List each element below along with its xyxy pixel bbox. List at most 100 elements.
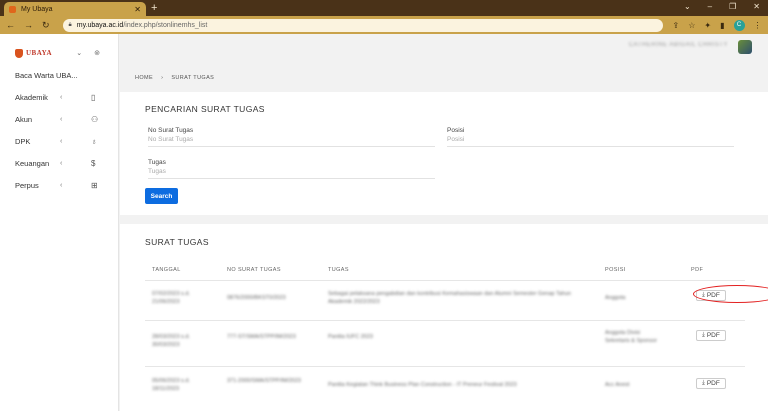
breadcrumb-separator: › bbox=[161, 74, 164, 81]
url-path: /index.php/stonlinemhs_list bbox=[123, 21, 208, 29]
lock-icon: 🔒︎ bbox=[68, 21, 72, 28]
target-icon[interactable]: ⊚ bbox=[94, 49, 100, 57]
sidebar-item-label: DPK bbox=[15, 136, 31, 146]
address-bar: ← → ↻ 🔒︎ my.ubaya.ac.id /index.php/stonl… bbox=[0, 16, 768, 34]
sidebar: UBAYA ⌄ ⊚ Baca Warta UBA... Akademik ‹ ▯… bbox=[0, 34, 119, 411]
sidebar-item-dpk[interactable]: DPK ‹ ♁ bbox=[0, 130, 118, 152]
cell-tanggal: 07/02/2023 s.d. 21/06/2023 bbox=[152, 291, 190, 305]
minimize-icon[interactable]: – bbox=[708, 2, 712, 11]
posisi-input[interactable]: Posisi bbox=[447, 136, 734, 147]
new-tab-button[interactable]: + bbox=[151, 2, 157, 14]
back-arrow-icon[interactable]: ← bbox=[6, 20, 15, 30]
download-icon: ⤓ bbox=[702, 332, 705, 338]
column-header: POSISI bbox=[605, 267, 626, 273]
column-header: TANGGAL bbox=[152, 267, 181, 273]
results-card-title: SURAT TUGAS bbox=[145, 237, 209, 247]
ubaya-logo-icon bbox=[15, 48, 23, 58]
cell-no-surat: 371-2000/SMA/STPP/IM/2023 bbox=[227, 378, 301, 384]
close-window-icon[interactable]: ✕ bbox=[753, 2, 760, 11]
dollar-icon: $ bbox=[91, 158, 96, 168]
tab-search-icon[interactable]: ⌄ bbox=[684, 2, 691, 11]
avatar[interactable] bbox=[738, 40, 752, 54]
table-header: TANGGAL NO SURAT TUGAS TUGAS POSISI PDF bbox=[145, 265, 745, 279]
sidebar-item-label: Akademik bbox=[15, 92, 48, 102]
favicon-icon bbox=[9, 5, 16, 13]
forward-arrow-icon[interactable]: → bbox=[24, 20, 33, 30]
search-button[interactable]: Search bbox=[145, 188, 178, 204]
cell-no-surat: 0876/2000/BKST0/2023 bbox=[227, 295, 286, 301]
sidebar-item-keuangan[interactable]: Keuangan ‹ $ bbox=[0, 152, 118, 174]
cell-tugas: Sebagai pelaksana pengabdian dan kontrib… bbox=[328, 291, 571, 305]
open-book-icon: ⊞ bbox=[91, 180, 98, 190]
share-icon[interactable]: ⇪ bbox=[673, 21, 680, 30]
reload-icon[interactable]: ↻ bbox=[42, 20, 50, 31]
browser-tab-bar: My Ubaya ✕ + ⌄ – ❐ ✕ bbox=[0, 0, 768, 16]
cell-tugas: Panitia Kegiatan Think Business Plan Con… bbox=[328, 382, 517, 388]
cell-no-surat: 777-ST/SMA/STPP/IM/2023 bbox=[227, 334, 296, 340]
no-surat-tugas-field[interactable]: No Surat Tugas No Surat Tugas bbox=[148, 127, 435, 147]
breadcrumb-home[interactable]: HOME bbox=[135, 75, 153, 81]
award-icon: ♁ bbox=[91, 136, 97, 146]
pdf-label: PDF bbox=[706, 380, 720, 387]
extensions-icon[interactable]: ✦ bbox=[704, 21, 711, 30]
sidebar-item-akun[interactable]: Akun ‹ ⚇ bbox=[0, 108, 118, 130]
browser-toolbar: ⇪ ☆ ✦ ▮ C ⋮ bbox=[673, 19, 762, 31]
side-panel-icon[interactable]: ▮ bbox=[720, 21, 724, 30]
cell-tugas: Panitia IUFC 2023 bbox=[328, 334, 373, 340]
url-host: my.ubaya.ac.id bbox=[76, 21, 124, 29]
profile-avatar[interactable]: C bbox=[733, 19, 745, 31]
url-input[interactable]: 🔒︎ my.ubaya.ac.id /index.php/stonlinemhs… bbox=[62, 18, 663, 32]
tab-title: My Ubaya bbox=[21, 5, 53, 13]
chevron-left-icon: ‹ bbox=[60, 159, 63, 167]
field-label: Tugas bbox=[148, 159, 166, 166]
sidebar-item-label: Baca Warta UBA... bbox=[15, 70, 78, 80]
breadcrumb: HOME › SURAT TUGAS bbox=[120, 63, 768, 92]
table-row: 05/06/2023 s.d. 18/11/2023 371-2000/SMA/… bbox=[145, 366, 745, 411]
cell-posisi: Anggota bbox=[605, 295, 626, 301]
search-card: PENCARIAN SURAT TUGAS No Surat Tugas No … bbox=[120, 92, 768, 215]
close-tab-icon[interactable]: ✕ bbox=[134, 5, 141, 14]
download-icon: ⤓ bbox=[702, 380, 705, 386]
tugas-input[interactable]: Tugas bbox=[148, 168, 435, 179]
field-label: Posisi bbox=[447, 127, 465, 134]
window-controls: ⌄ – ❐ ✕ bbox=[684, 2, 760, 11]
no-surat-tugas-input[interactable]: No Surat Tugas bbox=[148, 136, 435, 147]
results-card: SURAT TUGAS TANGGAL NO SURAT TUGAS TUGAS… bbox=[120, 224, 768, 411]
cell-posisi: Anggota Divisi Sekretaris & Sponsor bbox=[605, 330, 657, 344]
breadcrumb-current: SURAT TUGAS bbox=[171, 74, 215, 81]
chevron-left-icon: ‹ bbox=[60, 93, 63, 101]
sidebar-item-label: Perpus bbox=[15, 180, 39, 190]
pdf-label: PDF bbox=[706, 332, 720, 339]
book-icon: ▯ bbox=[91, 92, 96, 102]
chevron-left-icon: ‹ bbox=[60, 137, 63, 145]
field-label: No Surat Tugas bbox=[148, 127, 194, 134]
cell-posisi: Acc Anest bbox=[605, 382, 630, 388]
tugas-field[interactable]: Tugas Tugas bbox=[148, 159, 435, 179]
browser-tab[interactable]: My Ubaya ✕ bbox=[4, 2, 146, 16]
sidebar-item-label: Keuangan bbox=[15, 158, 50, 168]
search-card-title: PENCARIAN SURAT TUGAS bbox=[145, 104, 265, 114]
column-header: NO SURAT TUGAS bbox=[227, 267, 281, 273]
sidebar-item-akademik[interactable]: Akademik ‹ ▯ bbox=[0, 86, 118, 108]
pdf-download-button[interactable]: ⤓ PDF bbox=[696, 330, 726, 341]
column-header: TUGAS bbox=[328, 267, 349, 273]
user-name[interactable]: CATHERINE ABIGAIL CHRISTY bbox=[629, 42, 728, 48]
column-header: PDF bbox=[691, 267, 704, 273]
sidebar-header: UBAYA ⌄ ⊚ bbox=[0, 34, 118, 62]
restore-icon[interactable]: ❐ bbox=[729, 2, 736, 11]
table-row: 07/02/2023 s.d. 21/06/2023 0876/2000/BKS… bbox=[145, 280, 768, 320]
menu-kebab-icon[interactable]: ⋮ bbox=[754, 21, 762, 30]
chevron-left-icon: ‹ bbox=[60, 181, 63, 189]
table-row: 28/03/2023 s.d. 30/03/2023 777-ST/SMA/ST… bbox=[145, 320, 745, 366]
sidebar-item-label: Akun bbox=[15, 114, 33, 124]
chevron-left-icon: ‹ bbox=[60, 115, 63, 123]
pdf-download-button[interactable]: ⤓ PDF bbox=[696, 378, 726, 389]
sidebar-item-perpus[interactable]: Perpus ‹ ⊞ bbox=[0, 174, 118, 196]
cell-tanggal: 28/03/2023 s.d. 30/03/2023 bbox=[152, 334, 190, 348]
bookmark-star-icon[interactable]: ☆ bbox=[688, 21, 695, 30]
posisi-field[interactable]: Posisi Posisi bbox=[447, 127, 734, 147]
sidebar-item-baca-warta[interactable]: Baca Warta UBA... bbox=[0, 64, 118, 86]
user-icon: ⚇ bbox=[91, 114, 99, 124]
top-user-bar: CATHERINE ABIGAIL CHRISTY bbox=[120, 34, 768, 63]
chevron-down-icon[interactable]: ⌄ bbox=[76, 49, 82, 57]
